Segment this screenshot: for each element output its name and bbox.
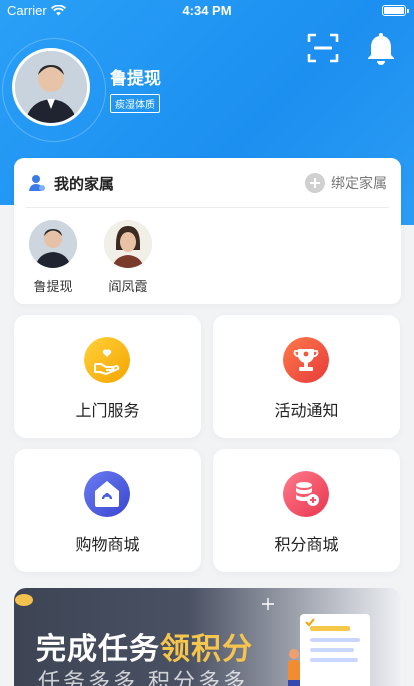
trophy-icon bbox=[283, 337, 329, 383]
banner-title-a: 完成任务 bbox=[36, 632, 160, 667]
task-illustration bbox=[288, 614, 370, 686]
shop-icon bbox=[84, 471, 130, 517]
family-title: 我的家属 bbox=[54, 175, 115, 193]
home-service-icon bbox=[84, 337, 130, 383]
tile-activity-notice[interactable]: 活动通知 bbox=[213, 315, 400, 438]
tile-home-service[interactable]: 上门服务 bbox=[14, 315, 201, 438]
family-card: 我的家属 绑定家属 鲁提现 阎凤霞 bbox=[14, 158, 401, 304]
banner-title-b: 领积分 bbox=[160, 632, 253, 667]
scan-icon[interactable] bbox=[305, 30, 341, 66]
family-person-icon bbox=[29, 175, 45, 191]
tile-label: 购物商城 bbox=[75, 535, 140, 554]
tile-label: 活动通知 bbox=[274, 401, 339, 420]
person-icon bbox=[15, 51, 87, 123]
user-avatar[interactable] bbox=[12, 48, 90, 126]
tile-label: 上门服务 bbox=[75, 401, 140, 420]
add-icon bbox=[305, 173, 325, 193]
tile-label: 积分商城 bbox=[274, 535, 339, 554]
banner-subtitle: 任务多多 积分多多 bbox=[38, 670, 248, 686]
member-avatar bbox=[104, 220, 152, 268]
clock: 4:34 PM bbox=[182, 3, 232, 18]
bell-icon[interactable] bbox=[363, 30, 399, 66]
points-icon bbox=[283, 471, 329, 517]
tile-points-mall[interactable]: 积分商城 bbox=[213, 449, 400, 572]
bind-family-label: 绑定家属 bbox=[331, 176, 387, 192]
user-name: 鲁提现 bbox=[110, 69, 161, 89]
member-name: 鲁提现 bbox=[33, 280, 73, 295]
constitution-badge: 痰湿体质 bbox=[110, 94, 160, 113]
status-bar: Carrier 4:34 PM bbox=[0, 0, 414, 22]
banner-title: 完成任务领积分 bbox=[36, 624, 253, 668]
coin-icon bbox=[15, 594, 33, 606]
battery-icon bbox=[382, 5, 409, 16]
family-member[interactable]: 阎凤霞 bbox=[98, 220, 158, 295]
tile-shop[interactable]: 购物商城 bbox=[14, 449, 201, 572]
member-name: 阎凤霞 bbox=[108, 280, 148, 295]
family-member[interactable]: 鲁提现 bbox=[23, 220, 83, 295]
member-avatar bbox=[29, 220, 77, 268]
task-points-banner[interactable]: 完成任务领积分 任务多多 积分多多 bbox=[14, 588, 401, 686]
bind-family-button[interactable]: 绑定家属 bbox=[305, 173, 387, 193]
sparkle-icon bbox=[262, 598, 274, 610]
